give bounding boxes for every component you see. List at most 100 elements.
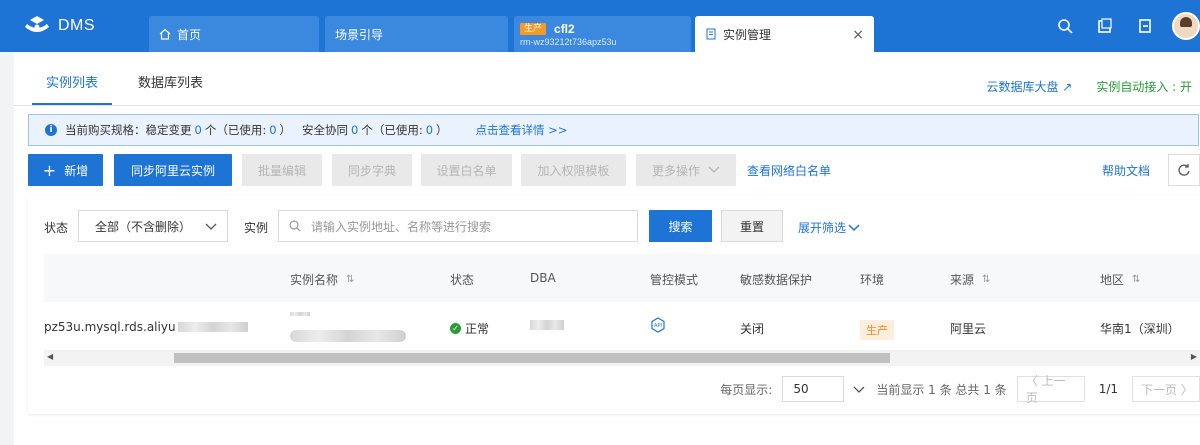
dba-redacted — [530, 320, 564, 330]
tab-label: 首页 — [177, 27, 202, 42]
close-icon[interactable]: × — [852, 27, 864, 43]
instance-address[interactable]: pz53u.mysql.rds.aliyu — [44, 320, 248, 334]
tab-instance-name: cfl2 — [554, 21, 575, 36]
col-label: 来源 — [950, 273, 975, 287]
tab-scene-guide[interactable]: 场景引导 — [325, 16, 508, 52]
env-tag-text: 生产 — [860, 320, 894, 340]
set-whitelist-button[interactable]: 设置白名单 — [421, 154, 512, 186]
spec-notice: i 当前购买规格：稳定变更 0 个（已使用: 0 ） 安全协同 0 个（已使用:… — [28, 114, 1199, 146]
plus-icon: + — [42, 160, 57, 180]
instance-address-text: pz53u.mysql.rds.aliyu — [44, 320, 176, 334]
check-circle-icon: ✓ — [450, 323, 461, 334]
reset-button[interactable]: 重置 — [721, 210, 783, 242]
chevron-down-icon — [205, 223, 217, 230]
login-icon[interactable] — [1136, 17, 1154, 35]
sort-icon[interactable]: ⇅ — [346, 274, 354, 285]
add-perm-template-button[interactable]: 加入权限模板 — [521, 154, 626, 186]
col-instance-name[interactable]: 实例名称 ⇅ — [290, 271, 354, 288]
col-label: 管控模式 — [650, 273, 699, 287]
avatar[interactable] — [1172, 12, 1200, 40]
batch-edit-button[interactable]: 批量编辑 — [242, 154, 322, 186]
home-icon — [159, 28, 171, 40]
tab-home[interactable]: 首页 — [149, 16, 319, 52]
sync-aliyun-button[interactable]: 同步阿里云实例 — [114, 154, 232, 186]
expand-filter-label: 展开筛选 — [798, 221, 847, 235]
app-logo[interactable]: DMS — [22, 14, 95, 38]
auto-access-toggle[interactable]: 实例自动接入 : 开 — [1096, 78, 1192, 95]
next-page-button[interactable]: 下一页 〉 — [1132, 376, 1200, 402]
table-header: 实例名称 ⇅ 状态 DBA 管控模式 敏感数据保护 环境 来源 ⇅ 地区 ⇅ — [44, 254, 1200, 302]
status-text: 正常 — [465, 322, 490, 336]
view-details-link[interactable]: 点击查看详情 >> — [476, 122, 568, 138]
horizontal-scrollbar[interactable]: ◀ ▶ — [44, 350, 1200, 366]
add-button[interactable]: + 新增 — [28, 154, 103, 186]
ticket-icon[interactable] — [1096, 17, 1114, 35]
scrollbar-thumb[interactable] — [174, 353, 890, 363]
per-page-select[interactable]: 50 — [782, 376, 865, 402]
env-tag: 生产 — [860, 320, 894, 340]
top-bar: DMS 首页 场景引导 生产 cfl2 rm-wz93212t736apz53u… — [0, 0, 1200, 52]
refresh-icon[interactable] — [1168, 154, 1200, 186]
col-label: 实例名称 — [290, 273, 339, 287]
sub-nav: 实例列表 数据库列表 云数据库大盘 ↗ 实例自动接入 : 开 — [14, 52, 1200, 106]
search-placeholder: 请输入实例地址、名称等进行搜索 — [311, 219, 492, 234]
expand-filter-link[interactable]: 展开筛选 — [798, 219, 860, 236]
tab-label: 实例管理 — [723, 27, 772, 42]
chevron-down-icon — [848, 223, 860, 231]
col-source[interactable]: 来源 ⇅ — [950, 271, 990, 288]
redacted-block — [290, 330, 406, 342]
document-icon — [706, 28, 716, 40]
search-button[interactable]: 搜索 — [649, 210, 712, 242]
col-dba: DBA — [530, 271, 556, 285]
tab-instance-cfl2[interactable]: 生产 cfl2 rm-wz93212t736apz53u — [514, 16, 691, 52]
notice-unit: 个（已使用: — [361, 123, 423, 137]
env-badge: 生产 — [520, 22, 547, 35]
scroll-left-icon[interactable]: ◀ — [47, 352, 53, 361]
col-env: 环境 — [860, 271, 884, 288]
app-name: DMS — [58, 17, 96, 34]
chevron-down-icon — [708, 166, 720, 173]
col-region[interactable]: 地区 ⇅ — [1100, 271, 1140, 288]
page-indicator: 1/1 — [1098, 382, 1118, 396]
tab-instance-management[interactable]: 实例管理 × — [695, 16, 874, 52]
tab-label: 场景引导 — [335, 27, 384, 42]
col-sensitive: 敏感数据保护 — [740, 271, 812, 288]
status-select[interactable]: 全部（不含删除） — [78, 210, 228, 242]
cloud-db-dashboard-link[interactable]: 云数据库大盘 ↗ — [986, 78, 1072, 95]
notice-prefix: 当前购买规格：稳定变更 — [65, 123, 192, 137]
prev-page-button[interactable]: 〈 上一页 — [1016, 374, 1085, 405]
status-badge: ✓ 正常 — [450, 320, 489, 337]
col-status: 状态 — [450, 271, 474, 288]
svg-text:API: API — [654, 323, 662, 329]
tab-database-list[interactable]: 数据库列表 — [138, 72, 203, 91]
filter-bar: 状态 全部（不含删除） 实例 请输入实例地址、名称等进行搜索 搜索 重置 展开筛… — [28, 210, 1200, 244]
scroll-right-icon[interactable]: ▶ — [1191, 352, 1197, 361]
control-mode-icon[interactable]: API — [650, 317, 666, 333]
per-page-value: 50 — [793, 382, 809, 396]
table-row[interactable]: pz53u.mysql.rds.aliyu ✓ 正常 API 关闭 生产 阿里云… — [44, 302, 1200, 352]
sort-icon[interactable]: ⇅ — [1132, 274, 1140, 285]
search-input[interactable]: 请输入实例地址、名称等进行搜索 — [278, 210, 638, 242]
notice-mid: ） 安全协同 — [279, 123, 348, 137]
col-label: 状态 — [450, 273, 475, 287]
dms-logo-icon — [25, 16, 49, 32]
search-icon[interactable] — [1056, 17, 1074, 35]
instance-name-redacted[interactable] — [290, 312, 406, 342]
sort-icon[interactable]: ⇅ — [982, 274, 990, 285]
pagination: 每页显示: 50 当前显示 1 条 总共 1 条 〈 上一页 1/1 下一页 〉 — [720, 374, 1200, 405]
secure-count: 0 — [351, 123, 359, 137]
instance-filter-label: 实例 — [244, 221, 269, 235]
toolbar: + 新增 同步阿里云实例 批量编辑 同步字典 设置白名单 加入权限模板 更多操作… — [28, 154, 1200, 188]
col-control-mode: 管控模式 — [650, 271, 698, 288]
sync-dict-button[interactable]: 同步字典 — [332, 154, 412, 186]
redacted-block — [530, 320, 564, 330]
view-network-whitelist-link[interactable]: 查看网络白名单 — [747, 162, 831, 179]
more-actions-label: 更多操作 — [651, 163, 700, 178]
redacted-block — [290, 312, 310, 316]
col-label: 环境 — [860, 273, 885, 287]
more-actions-button[interactable]: 更多操作 — [636, 154, 736, 186]
add-button-label: 新增 — [64, 163, 89, 178]
tab-instance-list[interactable]: 实例列表 — [31, 72, 113, 105]
secure-used: 0 — [425, 123, 434, 137]
help-docs-link[interactable]: 帮助文档 — [1102, 162, 1150, 179]
